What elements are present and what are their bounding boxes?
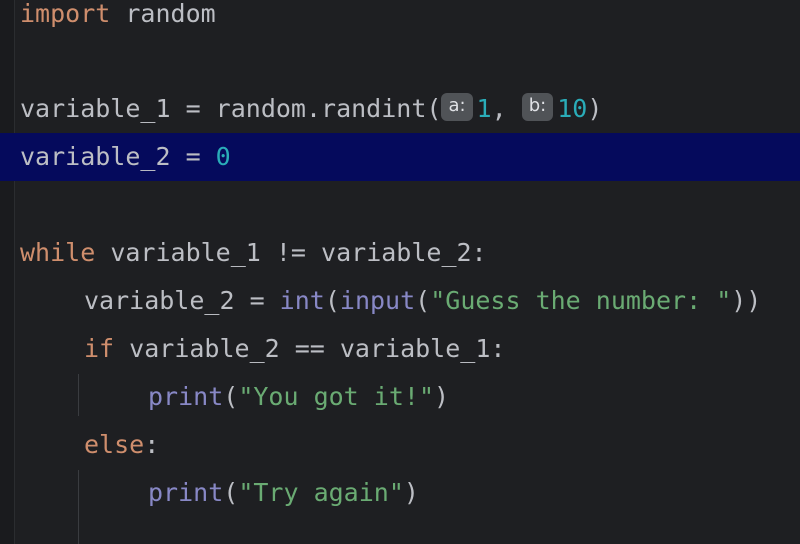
arg-separator: , (491, 94, 522, 123)
code-line-4-current[interactable]: variable_2 = 0 (0, 133, 800, 181)
code-editor[interactable]: import random variable_1 = random.randin… (0, 0, 800, 544)
code-line-6[interactable]: while variable_1 != variable_2: (0, 229, 800, 277)
code-line-9[interactable]: print("You got it!") (0, 373, 800, 421)
assignment-randint: variable_1 = random.randint( (20, 94, 442, 123)
close-paren: ) (434, 382, 450, 411)
string-retry: "Try again" (238, 478, 404, 507)
code-line-2[interactable] (0, 38, 800, 86)
import-module: random (110, 0, 216, 28)
keyword-else: else (84, 430, 145, 459)
string-success: "You got it!" (238, 382, 434, 411)
code-line-1[interactable]: import random (0, 0, 800, 38)
else-colon: : (144, 430, 160, 459)
code-line-11[interactable]: print("Try again") (0, 469, 800, 517)
builtin-print: print (148, 478, 224, 507)
close-paren: ) (587, 94, 603, 123)
close-parens: )) (731, 286, 762, 315)
open-paren: ( (223, 478, 239, 507)
builtin-int: int (279, 286, 325, 315)
inlay-hint-a: a: (441, 93, 473, 121)
keyword-if: if (84, 334, 115, 363)
string-prompt: "Guess the number: " (430, 286, 732, 315)
open-paren: ( (223, 382, 239, 411)
code-line-3[interactable]: variable_1 = random.randint(a: 1, b: 10) (0, 85, 800, 133)
builtin-input: input (339, 286, 416, 315)
arg-a-value: 1 (476, 94, 492, 123)
keyword-import: import (20, 0, 111, 28)
code-line-10[interactable]: else: (0, 421, 800, 469)
arg-b-value: 10 (557, 94, 588, 123)
zero-literal: 0 (215, 142, 231, 171)
builtin-print: print (148, 382, 224, 411)
open-paren: ( (415, 286, 431, 315)
close-paren: ) (403, 478, 419, 507)
code-line-8[interactable]: if variable_2 == variable_1: (0, 325, 800, 373)
if-condition: variable_2 == variable_1: (114, 334, 506, 363)
inlay-hint-b: b: (521, 93, 554, 121)
assignment-variable-2: variable_2 = (20, 142, 216, 171)
code-line-5[interactable] (0, 181, 800, 229)
open-paren: ( (324, 286, 340, 315)
code-line-7[interactable]: variable_2 = int(input("Guess the number… (0, 277, 800, 325)
while-condition: variable_1 != variable_2: (95, 238, 487, 267)
assignment-input: variable_2 = (84, 286, 280, 315)
keyword-while: while (20, 238, 96, 267)
